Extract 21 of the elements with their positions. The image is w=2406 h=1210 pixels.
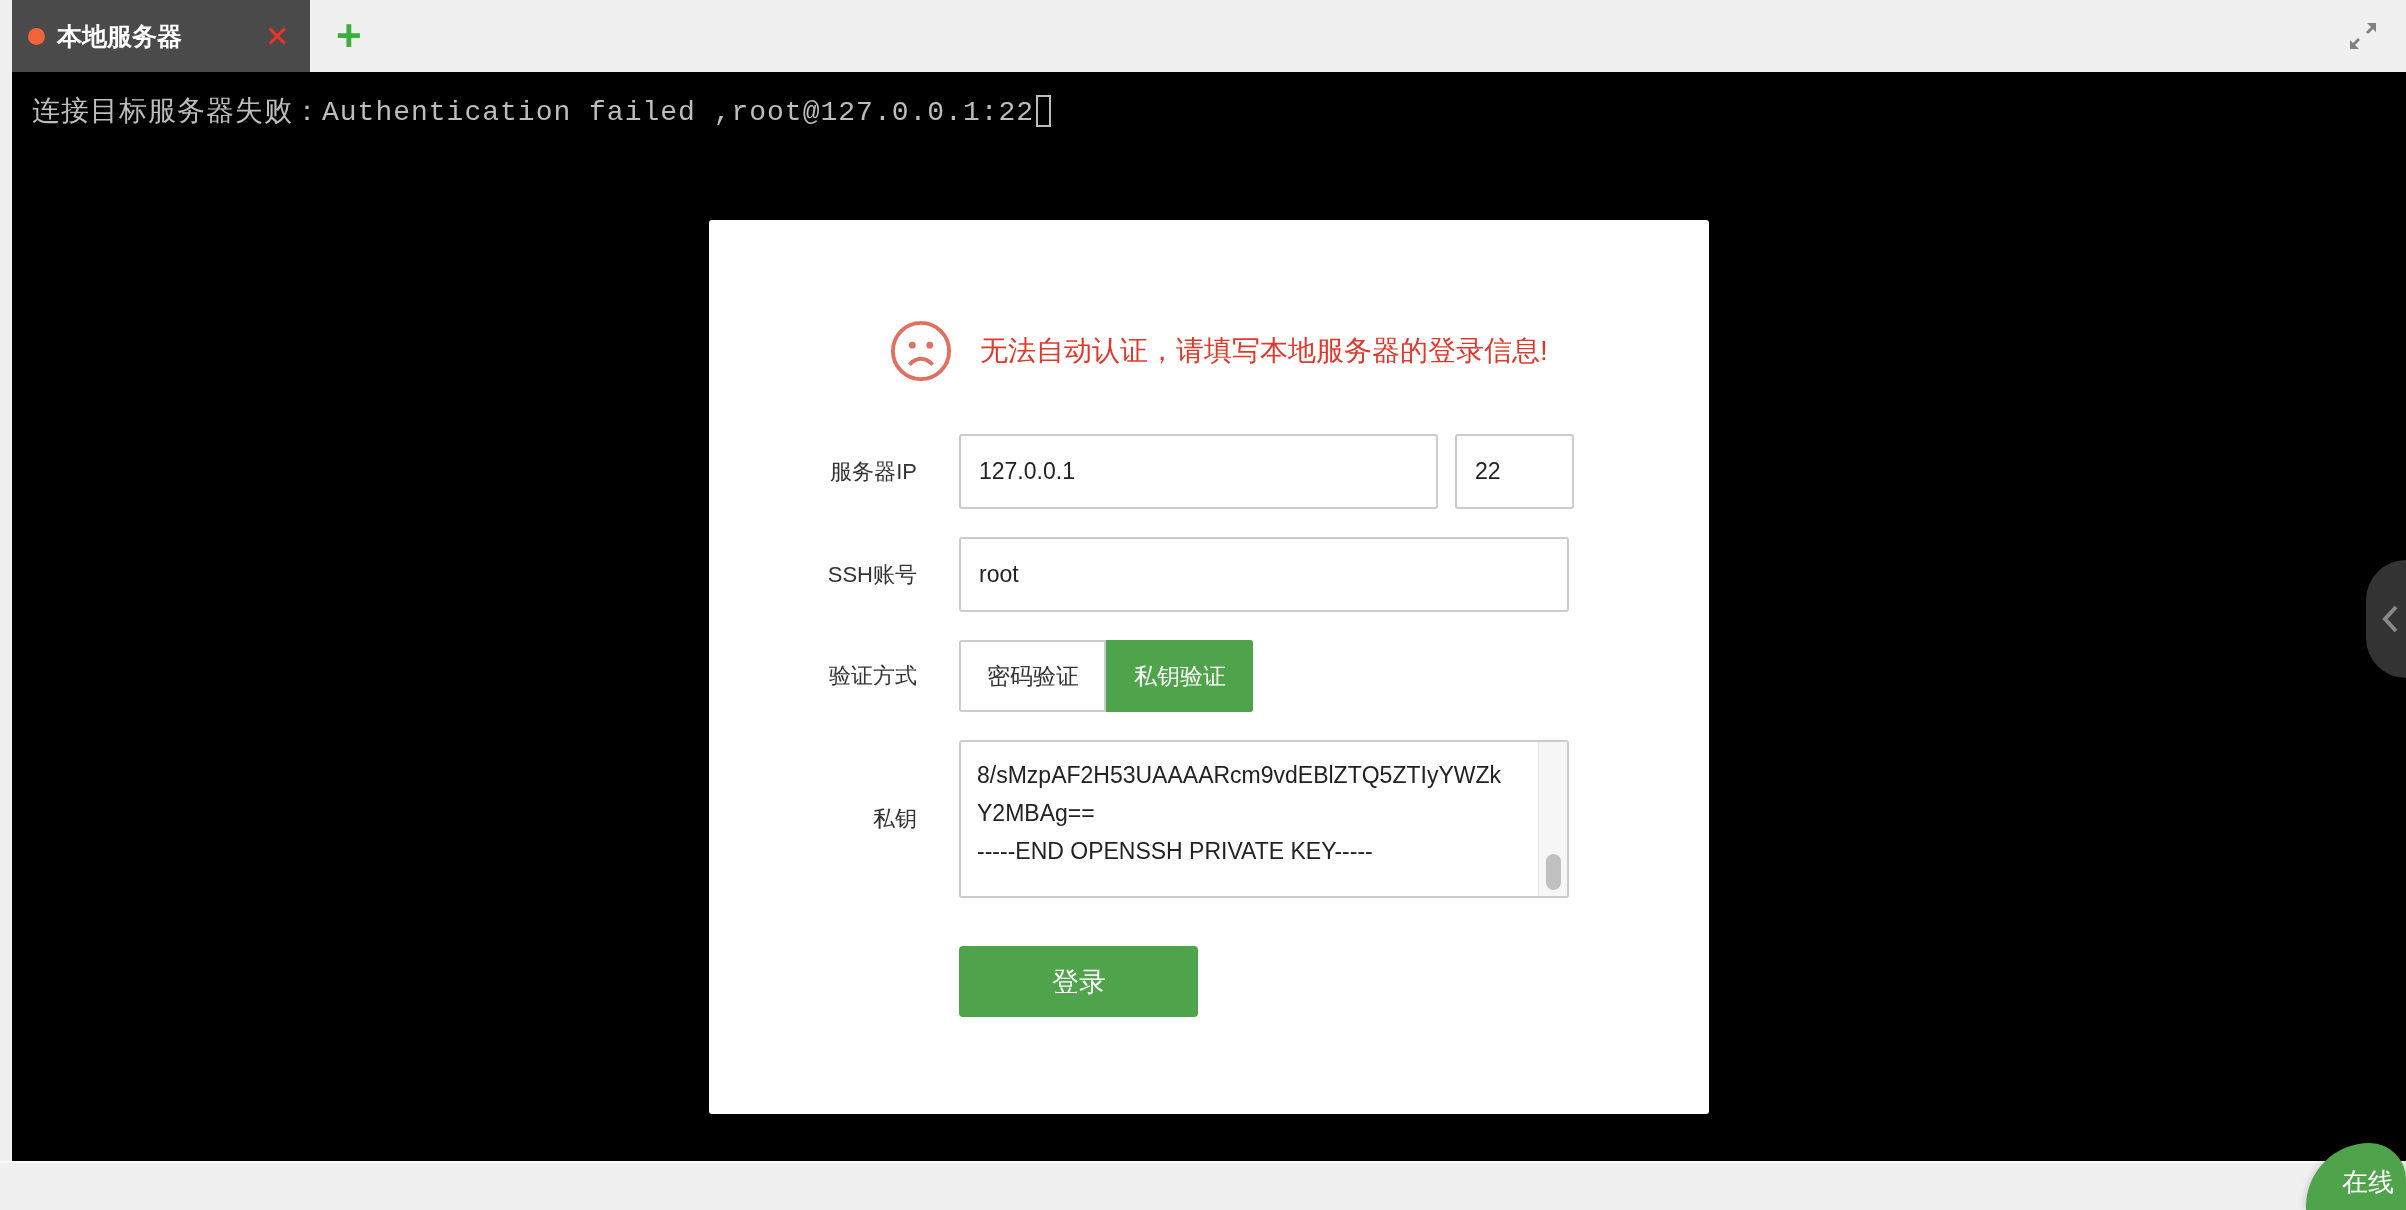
- input-field[interactable]: 127.0.0.1: [959, 434, 1438, 509]
- fullscreen-icon[interactable]: [2348, 21, 2378, 51]
- port-field[interactable]: 22: [1455, 434, 1574, 509]
- auth-option-button[interactable]: 密码验证: [959, 640, 1106, 712]
- field-label: 服务器IP: [829, 457, 917, 486]
- terminal-tab[interactable]: 本地服务器 ✕: [12, 0, 310, 72]
- error-message: 无法自动认证，请填写本地服务器的登录信息!: [980, 334, 1548, 368]
- key-text-line: -----END OPENSSH PRIVATE KEY-----: [977, 837, 1374, 866]
- terminal-output: 连接目标服务器失败：Authentication failed ,root@127.0.0.1:22: [32, 95, 1035, 130]
- private-key-field[interactable]: 8/sMzpAF2H53UAAAARcm9vdEBlZTQ5ZTIyYWZk Y2MBAg== -----END OPENSSH PRIVATE KEY-----: [959, 740, 1569, 898]
- chevron-left-icon: [2380, 604, 2400, 634]
- tab-label[interactable]: 本地服务器: [57, 19, 265, 53]
- field-label: 私钥: [872, 805, 917, 833]
- key-text-line: 8/sMzpAF2H53UAAAARcm9vdEBlZTQ5ZTIyYWZk: [977, 761, 1502, 790]
- sad-face-icon: [890, 320, 953, 382]
- key-text-line: Y2MBAg==: [977, 799, 1096, 828]
- field-label: 验证方式: [828, 662, 917, 690]
- scrollbar-thumb[interactable]: [1545, 854, 1561, 890]
- terminal-cursor: [1036, 95, 1052, 127]
- field-label: SSH账号: [826, 560, 917, 589]
- input-field[interactable]: root: [959, 537, 1569, 612]
